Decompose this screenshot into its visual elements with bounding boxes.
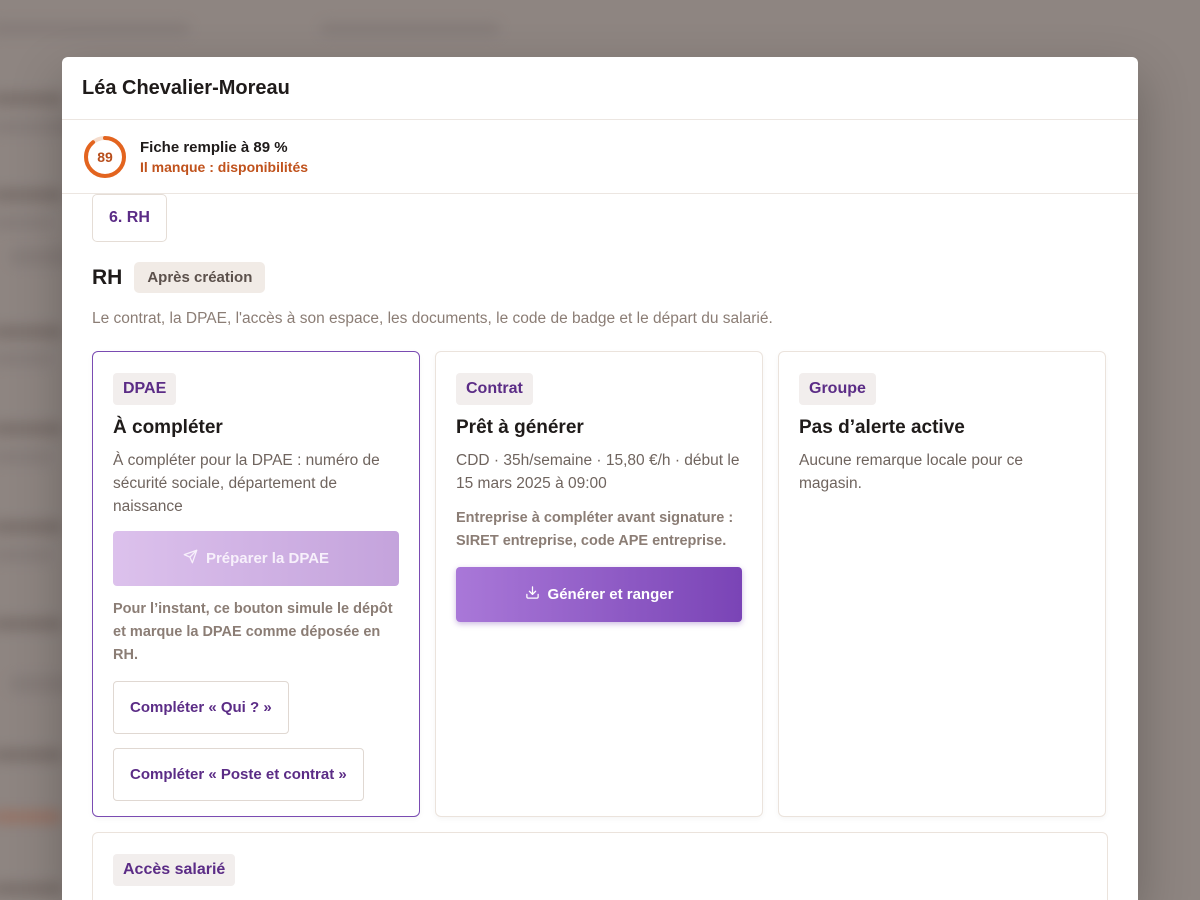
dpae-status: À compléter bbox=[113, 417, 223, 438]
prepare-dpae-button[interactable]: Préparer la DPAE bbox=[113, 531, 399, 586]
send-icon bbox=[183, 549, 198, 568]
dpae-description: À compléter pour la DPAE : numéro de séc… bbox=[113, 452, 380, 515]
section-header: RH Après création bbox=[92, 262, 1108, 293]
complete-contract-button[interactable]: Compléter « Poste et contrat » bbox=[113, 748, 364, 801]
completion-text: Fiche remplie à 89 % Il manque : disponi… bbox=[140, 139, 308, 175]
contract-status: Prêt à générer bbox=[456, 417, 584, 438]
section-badge: Après création bbox=[134, 262, 266, 293]
contract-note: Entreprise à compléter avant signature :… bbox=[456, 510, 734, 549]
completion-label: Fiche remplie à 89 % bbox=[140, 138, 288, 156]
access-chip: Accès salarié bbox=[113, 854, 236, 886]
completion-summary: 89 Fiche remplie à 89 % Il manque : disp… bbox=[62, 120, 1138, 194]
modal-title: Léa Chevalier-Moreau bbox=[82, 76, 290, 99]
completion-percent: 89 bbox=[97, 148, 113, 165]
section-title: RH bbox=[92, 265, 123, 289]
dpae-card: DPAE À compléter À compléter pour la DPA… bbox=[92, 351, 420, 817]
modal-content: 6. RH RH Après création Le contrat, la D… bbox=[62, 194, 1138, 900]
contract-chip: Contrat bbox=[456, 373, 533, 405]
prepare-dpae-label: Préparer la DPAE bbox=[205, 550, 330, 567]
complete-who-button[interactable]: Compléter « Qui ? » bbox=[113, 681, 289, 734]
dpae-chip: DPAE bbox=[113, 373, 177, 405]
hr-cards: DPAE À compléter À compléter pour la DPA… bbox=[92, 351, 1108, 817]
contract-details: CDD · 35h/semaine · 15,80 €/h · début le… bbox=[456, 452, 740, 492]
group-description: Aucune remarque locale pour ce magasin. bbox=[799, 452, 1024, 492]
contract-card: Contrat Prêt à générer CDD · 35h/semaine… bbox=[435, 351, 763, 817]
download-icon bbox=[525, 585, 540, 604]
completion-ring: 89 bbox=[82, 134, 128, 180]
group-status: Pas d’alerte active bbox=[799, 417, 965, 438]
generate-contract-button[interactable]: Générer et ranger bbox=[456, 567, 742, 622]
completion-missing: Il manque : disponibilités bbox=[140, 158, 309, 175]
dpae-note: Pour l’instant, ce bouton simule le dépô… bbox=[113, 601, 393, 663]
generate-contract-label: Générer et ranger bbox=[547, 586, 674, 603]
group-card: Groupe Pas d’alerte active Aucune remarq… bbox=[778, 351, 1106, 817]
section-description: Le contrat, la DPAE, l'accès à son espac… bbox=[92, 310, 773, 327]
employee-access-card: Accès salarié bbox=[92, 832, 1108, 900]
modal-header: Léa Chevalier-Moreau bbox=[62, 57, 1138, 120]
group-chip: Groupe bbox=[799, 373, 876, 405]
tab-rh[interactable]: 6. RH bbox=[92, 194, 167, 242]
employee-modal: Léa Chevalier-Moreau 89 Fiche remplie à … bbox=[62, 57, 1138, 900]
